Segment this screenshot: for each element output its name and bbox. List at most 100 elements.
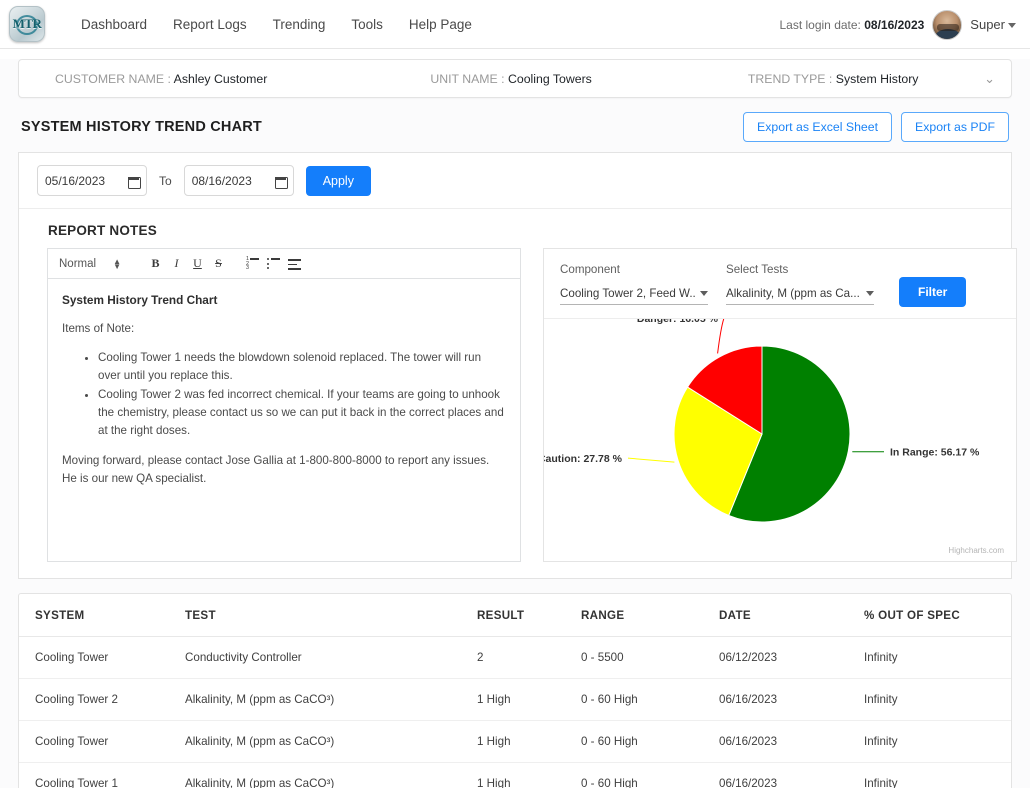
date-range-to-label: To xyxy=(159,173,172,188)
cell-test: Conductivity Controller xyxy=(185,636,477,679)
highcharts-credit[interactable]: Highcharts.com xyxy=(948,546,1004,555)
nav-item-report-logs[interactable]: Report Logs xyxy=(173,17,247,32)
unit-name-label: UNIT NAME : xyxy=(430,71,505,86)
notes-bullet-item: Cooling Tower 2 was fed incorrect chemic… xyxy=(98,386,506,440)
date-range-filter-row: 05/16/2023 To 08/16/2023 Apply xyxy=(19,153,1011,209)
column-header-date[interactable]: DATE xyxy=(719,594,864,637)
apply-button[interactable]: Apply xyxy=(305,165,371,196)
chart-card: Component Cooling Tower 2, Feed W... Sel… xyxy=(543,248,1017,562)
notes-bullet-list: Cooling Tower 1 needs the blowdown solen… xyxy=(62,349,506,440)
unit-name-info: UNIT NAME : Cooling Towers xyxy=(430,72,592,86)
results-table-card: SYSTEM TEST RESULT RANGE DATE % OUT OF S… xyxy=(18,593,1012,788)
chart-filter-bar: Component Cooling Tower 2, Feed W... Sel… xyxy=(544,249,1016,319)
notes-and-chart-row: Normal ▲ ▼ B I U S 123 System History Tr… xyxy=(37,248,1017,562)
last-login-date: 08/16/2023 xyxy=(864,17,925,32)
mtr-logo[interactable]: MTR xyxy=(9,6,45,42)
cell-range: 0 - 60 High xyxy=(581,678,719,721)
column-header-test[interactable]: TEST xyxy=(185,594,477,637)
cell-date: 06/16/2023 xyxy=(719,762,864,788)
customer-name-info: CUSTOMER NAME : Ashley Customer xyxy=(55,72,267,86)
chevron-down-icon[interactable]: ⌄ xyxy=(984,71,995,87)
cell-system: Cooling Tower 2 xyxy=(19,678,185,721)
table-row[interactable]: Cooling Tower Alkalinity, M (ppm as CaCO³… xyxy=(19,720,1011,763)
context-info-bar[interactable]: CUSTOMER NAME : Ashley Customer UNIT NAM… xyxy=(18,59,1012,98)
user-name-label: Super xyxy=(970,17,1005,32)
align-left-icon xyxy=(287,258,301,270)
date-from-value: 05/16/2023 xyxy=(45,173,106,188)
component-select[interactable]: Cooling Tower 2, Feed W... xyxy=(560,287,708,305)
report-notes-title: REPORT NOTES xyxy=(48,223,157,238)
strikethrough-button[interactable]: S xyxy=(208,254,229,274)
italic-button[interactable]: I xyxy=(166,254,187,274)
pie-chart-area: In Range: 56.17 % Caution: 27.78 % Danger:… xyxy=(544,319,1016,561)
trend-type-label: TREND TYPE : xyxy=(747,71,833,86)
align-button[interactable] xyxy=(284,254,305,274)
ordered-list-button[interactable]: 123 xyxy=(242,254,263,274)
export-button-group: Export as Excel Sheet Export as PDF xyxy=(743,112,1009,142)
cell-system: Cooling Tower xyxy=(19,720,185,763)
user-menu-button[interactable]: Super xyxy=(970,17,1016,32)
customer-name-label: CUSTOMER NAME : xyxy=(55,71,171,86)
report-notes-editor[interactable]: Normal ▲ ▼ B I U S 123 System History Tr… xyxy=(47,248,521,562)
page-title: SYSTEM HISTORY TREND CHART xyxy=(21,119,262,135)
calendar-icon xyxy=(274,175,288,189)
report-notes-section: REPORT NOTES Normal ▲ ▼ B I U S 1 2 3 Sy… xyxy=(19,209,1017,578)
component-label: Component xyxy=(560,263,620,276)
cell-date: 06/16/2023 xyxy=(719,678,864,721)
underline-button[interactable]: U xyxy=(187,254,208,274)
notes-body-intro: Items of Note: xyxy=(62,322,135,336)
date-to-input[interactable]: 08/16/2023 xyxy=(183,165,294,196)
results-table-body: Cooling Tower Conductivity Controller 2 0 -… xyxy=(19,636,1011,788)
cell-system: Cooling Tower 1 xyxy=(19,762,185,788)
results-table: SYSTEM TEST RESULT RANGE DATE % OUT OF S… xyxy=(19,594,1011,788)
table-row[interactable]: Cooling Tower Conductivity Controller 2 0 -… xyxy=(19,636,1011,679)
tests-select[interactable]: Alkalinity, M (ppm as Ca... xyxy=(726,287,874,305)
report-notes-content[interactable]: System History Trend Chart Items of Note… xyxy=(48,279,520,561)
trend-type-value: System History xyxy=(835,71,919,86)
avatar[interactable] xyxy=(932,9,963,40)
cell-date: 06/16/2023 xyxy=(719,720,864,763)
cell-out-of-spec: Infinity xyxy=(864,762,1011,788)
date-from-input[interactable]: 05/16/2023 xyxy=(37,165,147,196)
export-excel-button[interactable]: Export as Excel Sheet xyxy=(743,112,893,142)
date-to-value: 08/16/2023 xyxy=(191,173,252,188)
cell-test: Alkalinity, M (ppm as CaCO³) xyxy=(185,762,477,788)
cell-system: Cooling Tower xyxy=(19,636,185,679)
column-header-result[interactable]: RESULT xyxy=(477,594,581,637)
trend-type-info: TREND TYPE : System History xyxy=(748,72,919,86)
format-dropdown[interactable]: Normal ▲ ▼ xyxy=(59,257,121,270)
cell-result: 1 High xyxy=(477,720,581,763)
customer-name-value: Ashley Customer xyxy=(173,71,268,86)
table-row[interactable]: Cooling Tower 1 Alkalinity, M (ppm as CaC… xyxy=(19,762,1011,788)
bold-button[interactable]: B xyxy=(145,254,166,274)
nav-item-trending[interactable]: Trending xyxy=(273,17,326,32)
pie-chart[interactable]: In Range: 56.17 % Caution: 27.78 % Danger:… xyxy=(544,319,1016,554)
export-pdf-button[interactable]: Export as PDF xyxy=(901,112,1009,142)
nav-item-help-page[interactable]: Help Page xyxy=(409,17,472,32)
top-navigation-bar: MTR Dashboard Report Logs Trending Tools… xyxy=(0,0,1030,49)
notes-body-closing: Moving forward, please contact Jose Gall… xyxy=(62,454,490,486)
pie-label-caution: Caution: 27.78 % xyxy=(544,453,623,465)
cell-result: 1 High xyxy=(477,678,581,721)
nav-item-tools[interactable]: Tools xyxy=(351,17,383,32)
cell-result: 1 High xyxy=(477,762,581,788)
cell-range: 0 - 60 High xyxy=(581,720,719,763)
logo-text: MTR xyxy=(12,16,42,31)
table-row[interactable]: Cooling Tower 2 Alkalinity, M (ppm as CaC… xyxy=(19,678,1011,721)
cell-range: 0 - 5500 xyxy=(581,636,719,679)
editor-toolbar: Normal ▲ ▼ B I U S 123 xyxy=(48,249,520,279)
filter-button[interactable]: Filter xyxy=(899,277,967,307)
pie-label-in-range: In Range: 56.17 % xyxy=(890,447,980,459)
cell-date: 06/12/2023 xyxy=(719,636,864,679)
cell-test: Alkalinity, M (ppm as CaCO³) xyxy=(185,678,477,721)
ordered-list-icon: 123 xyxy=(246,256,259,271)
tests-select-value: Alkalinity, M (ppm as Ca... xyxy=(726,287,860,300)
nav-item-dashboard[interactable]: Dashboard xyxy=(81,17,147,32)
main-panel: 05/16/2023 To 08/16/2023 Apply REPORT NO… xyxy=(18,152,1017,579)
component-select-value: Cooling Tower 2, Feed W... xyxy=(560,287,695,300)
column-header-range[interactable]: RANGE xyxy=(581,594,719,637)
bullet-list-icon xyxy=(266,258,280,270)
column-header-out-of-spec[interactable]: % OUT OF SPEC xyxy=(864,594,1011,637)
column-header-system[interactable]: SYSTEM xyxy=(19,594,185,637)
bullet-list-button[interactable] xyxy=(263,254,284,274)
